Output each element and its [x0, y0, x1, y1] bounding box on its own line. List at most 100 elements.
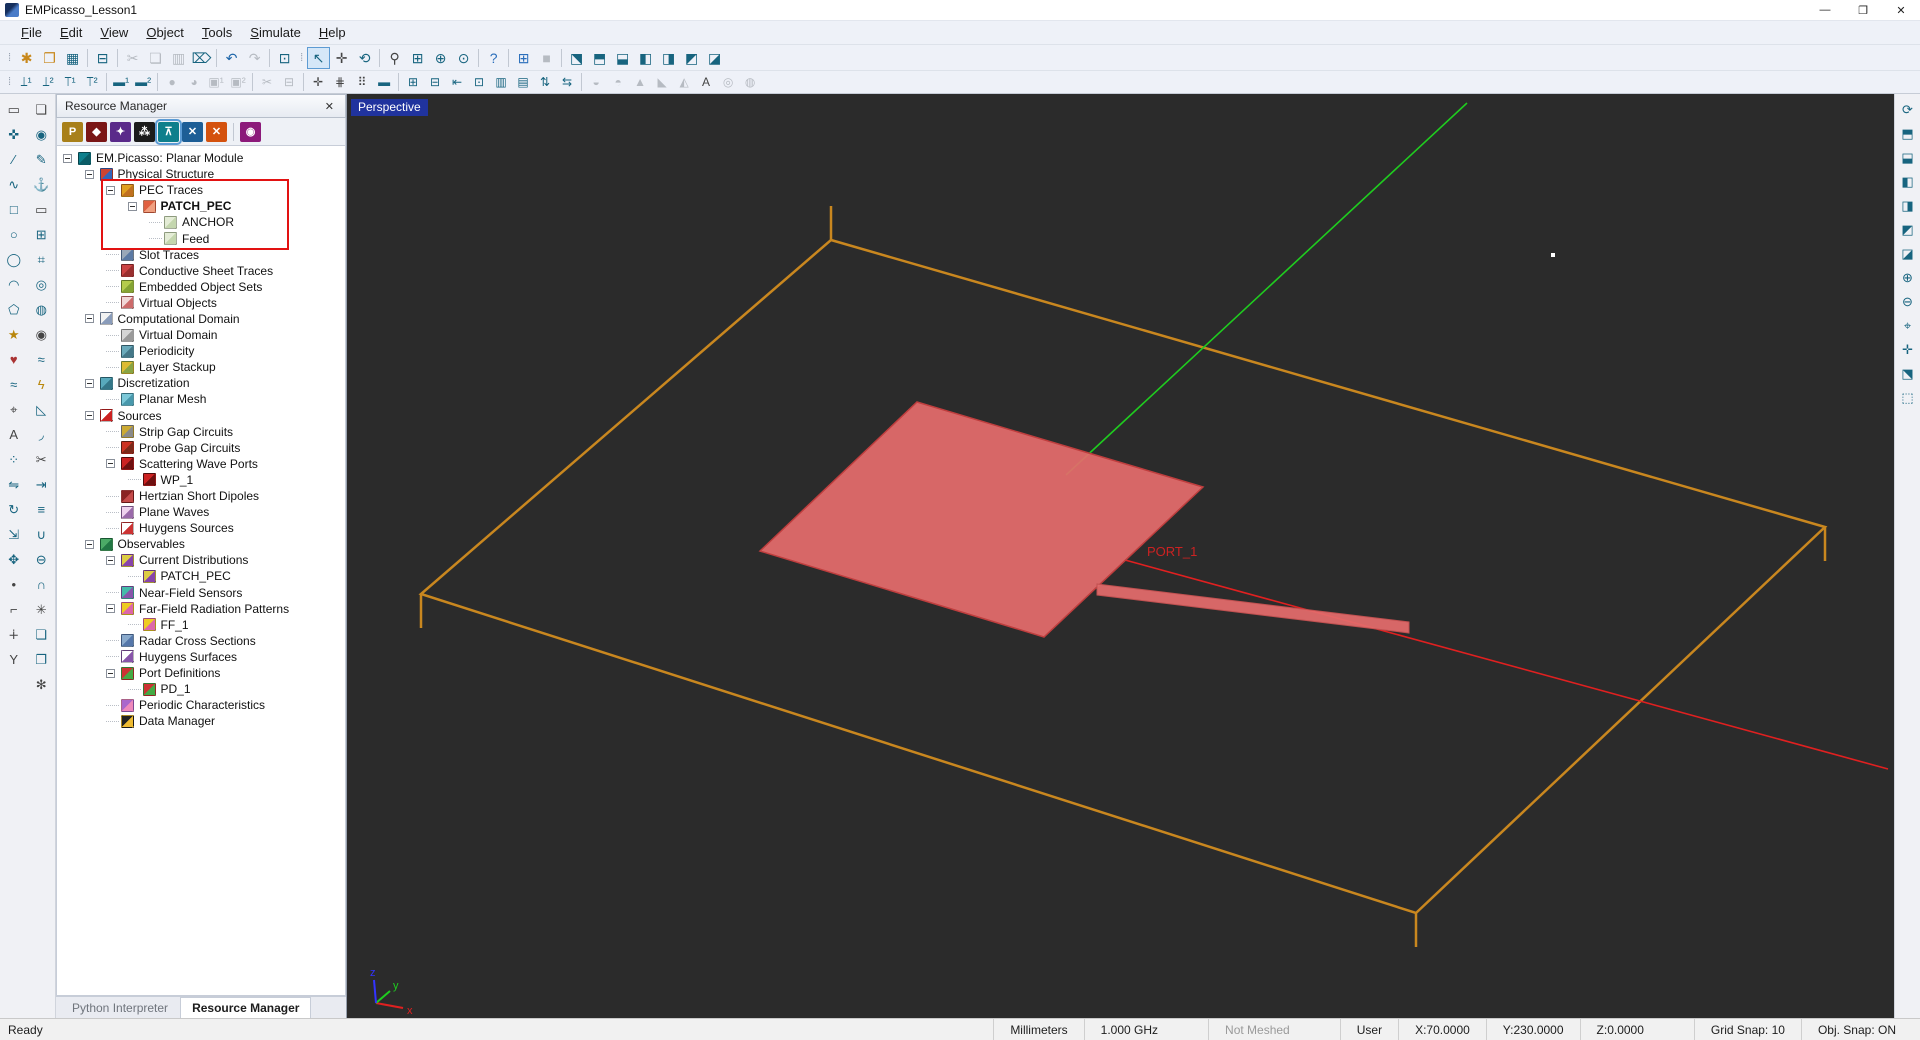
- close-icon[interactable]: ✕: [322, 100, 337, 113]
- tree-item-huygens-sources[interactable]: Huygens Sources: [57, 520, 345, 536]
- group-tool[interactable]: ❏: [29, 622, 53, 647]
- mirror-tool[interactable]: ⇋: [2, 472, 26, 497]
- tree-item-current-distributions[interactable]: Current Distributions: [57, 552, 345, 568]
- tree-item-discretization[interactable]: Discretization: [57, 375, 345, 391]
- module-em-tempo[interactable]: ◆: [86, 121, 107, 142]
- tree-item-radar-cross-sections[interactable]: Radar Cross Sections: [57, 633, 345, 649]
- expand-collapse-toggle[interactable]: [84, 314, 94, 324]
- tree-item-probe-gap-circuits[interactable]: Probe Gap Circuits: [57, 440, 345, 456]
- zoom-in-2-button[interactable]: ⊕: [1897, 266, 1919, 290]
- ungroup-tool[interactable]: ❐: [29, 647, 53, 672]
- view-front-button[interactable]: ◩: [680, 47, 703, 69]
- draw-polygon-tool[interactable]: ⬠: [2, 297, 26, 322]
- expand-collapse-toggle[interactable]: [63, 153, 72, 163]
- chamfer-tool[interactable]: ◺: [29, 397, 53, 422]
- tree-item-strip-gap-circuits[interactable]: Strip Gap Circuits: [57, 424, 345, 440]
- menu-tools[interactable]: Tools: [193, 22, 241, 43]
- bolt-tool[interactable]: ϟ: [29, 372, 53, 397]
- select-tool-button[interactable]: ↖: [307, 46, 331, 69]
- view-isometric-button[interactable]: ⬔: [565, 47, 588, 69]
- view-left-2-button[interactable]: ◧: [1897, 170, 1919, 194]
- context-help-button[interactable]: ?: [482, 47, 505, 69]
- point-tool[interactable]: •: [2, 572, 26, 597]
- expand-collapse-toggle[interactable]: [84, 539, 94, 549]
- rotate-object-tool[interactable]: ↻: [2, 497, 26, 522]
- save-button[interactable]: ▦: [61, 47, 84, 69]
- snap-tool[interactable]: ⌗: [29, 247, 53, 272]
- tree-item-patch-pec[interactable]: PATCH_PEC: [57, 198, 345, 214]
- tree-item-pd-1[interactable]: PD_1: [57, 681, 345, 697]
- tool-options[interactable]: ✻: [29, 672, 53, 697]
- tree-item-computational-domain[interactable]: Computational Domain: [57, 311, 345, 327]
- wireframe-toggle-button[interactable]: ⬚: [1897, 386, 1919, 410]
- module-em-ferma[interactable]: ✕: [206, 121, 227, 142]
- pan-tool-button[interactable]: ✛: [330, 47, 353, 69]
- window-layout-button[interactable]: ⊞: [512, 47, 535, 69]
- tree-item-layer-stackup[interactable]: Layer Stackup: [57, 359, 345, 375]
- draw-polyline-tool[interactable]: ∿: [2, 172, 26, 197]
- viewport-3d[interactable]: Perspective PORT_1 x y z: [347, 94, 1894, 1018]
- patch-object[interactable]: [758, 401, 1205, 638]
- rotate-view-button[interactable]: ⟳: [1897, 98, 1919, 122]
- draw-rect-tool[interactable]: □: [2, 197, 26, 222]
- tree-item-feed[interactable]: Feed: [57, 230, 345, 246]
- expand-collapse-toggle[interactable]: [106, 459, 115, 469]
- undo-button[interactable]: ↶: [220, 47, 243, 69]
- raise-layer-1-button[interactable]: ⟘¹: [15, 72, 37, 92]
- tree-item-embedded-object-sets[interactable]: Embedded Object Sets: [57, 279, 345, 295]
- script-editor-button[interactable]: ⊡: [273, 47, 296, 69]
- draw-curve-tool[interactable]: ≈: [2, 372, 26, 397]
- split-node-tool[interactable]: Y: [2, 647, 26, 672]
- orbit-tool-button[interactable]: ⟲: [353, 47, 376, 69]
- zoom-out-2-button[interactable]: ⊖: [1897, 290, 1919, 314]
- menu-view[interactable]: View: [91, 22, 137, 43]
- wave-tool[interactable]: ≈: [29, 347, 53, 372]
- module-cubecad[interactable]: ✕: [182, 121, 203, 142]
- explode-tool[interactable]: ✳: [29, 597, 53, 622]
- swap-horizontal-button[interactable]: ⇆: [556, 72, 578, 92]
- status-grid-snap[interactable]: Grid Snap: 10: [1693, 1019, 1801, 1040]
- menu-file[interactable]: File: [12, 22, 51, 43]
- tree-item-planar-mesh[interactable]: Planar Mesh: [57, 391, 345, 407]
- via-tool[interactable]: ◉: [29, 122, 53, 147]
- tree-item-scattering-wave-ports[interactable]: Scattering Wave Ports: [57, 456, 345, 472]
- module-em-picasso[interactable]: ⊼: [155, 118, 182, 145]
- annotation-text-button[interactable]: A: [695, 72, 717, 92]
- tree-item-wp-1[interactable]: WP_1: [57, 472, 345, 488]
- tree-item-plane-waves[interactable]: Plane Waves: [57, 504, 345, 520]
- tab-resource-manager[interactable]: Resource Manager: [180, 997, 312, 1018]
- tree-item-anchor[interactable]: ANCHOR: [57, 214, 345, 230]
- node-edit-tool[interactable]: ✜: [2, 122, 26, 147]
- lower-layer-1-button[interactable]: ⟙¹: [59, 72, 81, 92]
- tree-item-patch-pec[interactable]: PATCH_PEC: [57, 568, 345, 584]
- offset-tool[interactable]: ≡: [29, 497, 53, 522]
- expand-collapse-toggle[interactable]: [84, 169, 94, 179]
- tree-item-sources[interactable]: Sources: [57, 408, 345, 424]
- tree-item-far-field-radiation-patterns[interactable]: Far-Field Radiation Patterns: [57, 601, 345, 617]
- print-button[interactable]: ⊟: [91, 47, 114, 69]
- tree-item-virtual-domain[interactable]: Virtual Domain: [57, 327, 345, 343]
- tree-item-em-picasso-planar-module[interactable]: EM.Picasso: Planar Module: [57, 150, 345, 166]
- pencil-tool[interactable]: ✎: [29, 147, 53, 172]
- tree-item-hertzian-short-dipoles[interactable]: Hertzian Short Dipoles: [57, 488, 345, 504]
- array-grid-button[interactable]: ⊞: [402, 72, 424, 92]
- anchor-tool[interactable]: ⚓: [29, 172, 53, 197]
- pan-view-2-button[interactable]: ✛: [1897, 338, 1919, 362]
- tree-item-conductive-sheet-traces[interactable]: Conductive Sheet Traces: [57, 263, 345, 279]
- import-button[interactable]: ❐: [38, 47, 61, 69]
- move-object-tool[interactable]: ✥: [2, 547, 26, 572]
- view-right-2-button[interactable]: ◨: [1897, 194, 1919, 218]
- zoom-in-button[interactable]: ⊕: [429, 47, 452, 69]
- view-left-button[interactable]: ◧: [634, 47, 657, 69]
- line-width-1-button[interactable]: ▬¹: [110, 72, 132, 92]
- spiral-tool[interactable]: ◉: [29, 322, 53, 347]
- scale-object-tool[interactable]: ⇲: [2, 522, 26, 547]
- scene-canvas[interactable]: PORT_1x y z: [347, 94, 1894, 1018]
- tree-item-physical-structure[interactable]: Physical Structure: [57, 166, 345, 182]
- tree-item-ff-1[interactable]: FF_1: [57, 617, 345, 633]
- donut-tool[interactable]: ◍: [29, 297, 53, 322]
- subtract-tool[interactable]: ⊖: [29, 547, 53, 572]
- frame-button[interactable]: ⊡: [468, 72, 490, 92]
- tree-item-observables[interactable]: Observables: [57, 536, 345, 552]
- view-back-button[interactable]: ◪: [703, 47, 726, 69]
